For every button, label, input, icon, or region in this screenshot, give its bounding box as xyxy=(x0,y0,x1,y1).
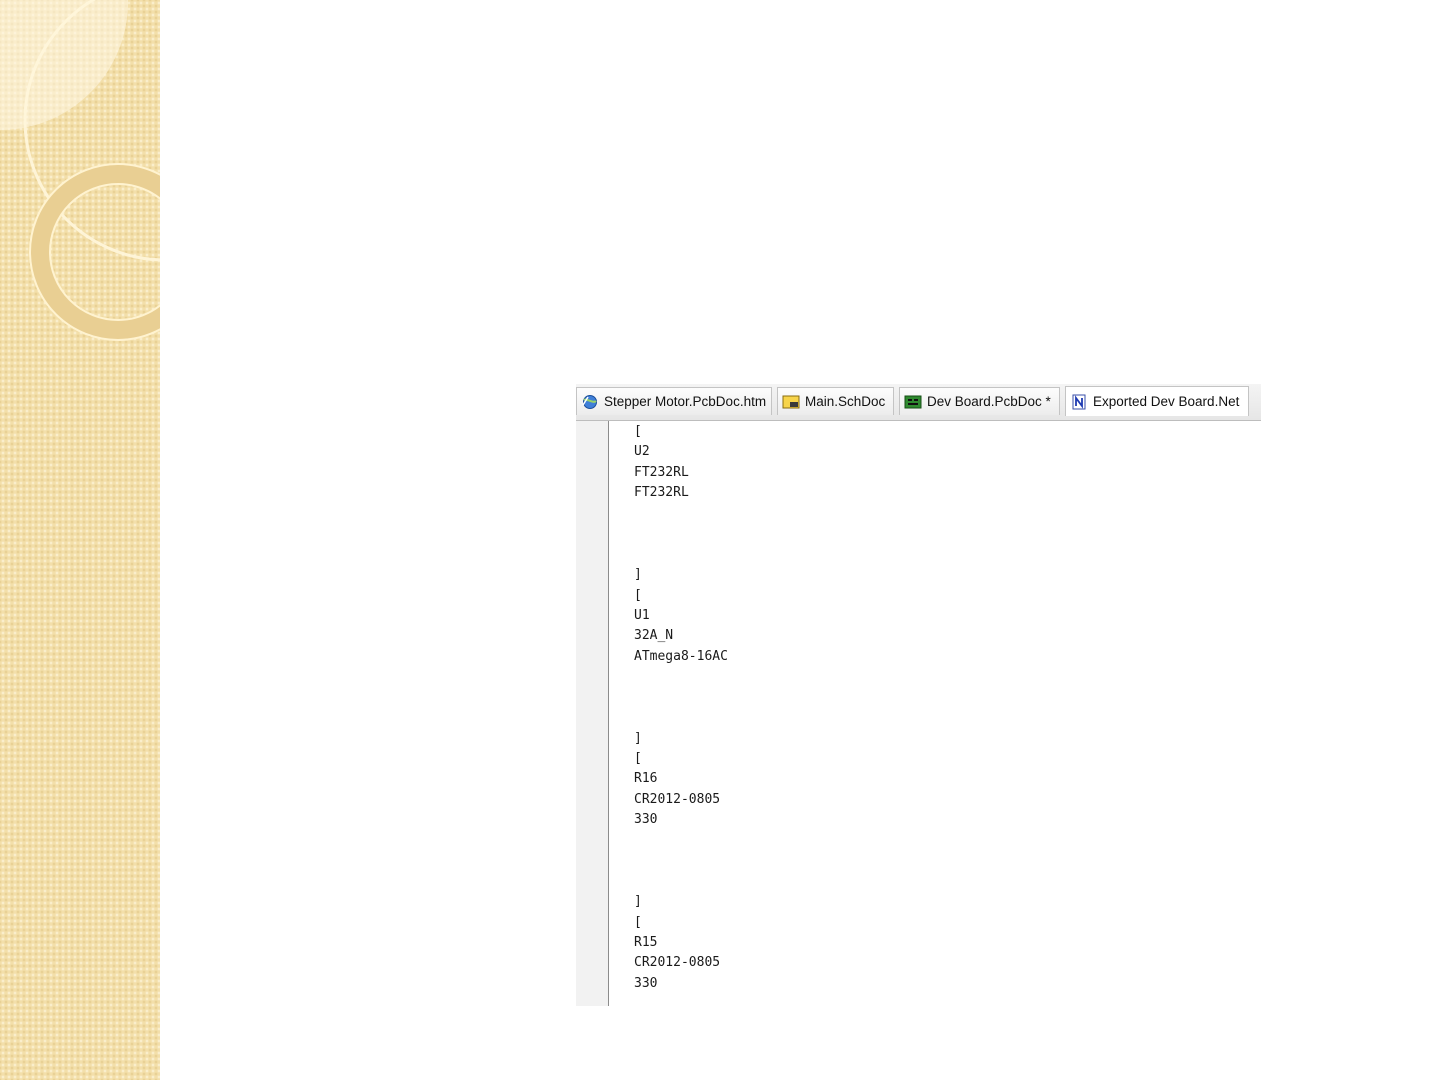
netlist-line: CR2012-0805 xyxy=(634,791,721,807)
decorative-rings xyxy=(0,0,160,341)
tab-main-schdoc[interactable]: Main.SchDoc xyxy=(777,387,894,415)
netlist-line: ATmega8-16AC xyxy=(634,648,728,664)
netlist-line: FT232RL xyxy=(634,464,689,480)
netlist-doc-icon xyxy=(1072,394,1086,409)
document-tab-bar: Stepper Motor.PcbDoc.htm Main.SchDoc Dev… xyxy=(576,384,1261,421)
netlist-line: CR2012-0805 xyxy=(634,955,721,971)
netlist-text-area[interactable]: [ U2 FT232RL FT232RL] [ U1 32A_N ATmega8-16AC] [… xyxy=(634,422,728,994)
netlist-line: [ xyxy=(634,914,642,930)
tab-label: Exported Dev Board.Net xyxy=(1093,394,1240,409)
netlist-line: [ xyxy=(634,587,642,603)
netlist-line xyxy=(634,504,728,524)
schematic-doc-icon xyxy=(782,395,800,408)
pcb-doc-icon xyxy=(904,395,922,408)
tab-label: Dev Board.PcbDoc * xyxy=(927,394,1051,409)
web-page-icon xyxy=(582,394,597,409)
netlist-line: 330 xyxy=(634,812,658,828)
netlist-line: R15 xyxy=(634,934,658,950)
editor-gutter xyxy=(576,421,609,1006)
netlist-line xyxy=(634,688,728,708)
netlist-line xyxy=(634,872,728,892)
tab-dev-board-pcbdoc[interactable]: Dev Board.PcbDoc * xyxy=(899,387,1060,415)
netlist-line: ] xyxy=(634,567,642,583)
netlist-line: U1 xyxy=(634,607,650,623)
netlist-line xyxy=(634,667,728,687)
tab-exported-dev-board-net[interactable]: Exported Dev Board.Net xyxy=(1065,386,1249,416)
tab-label: Main.SchDoc xyxy=(805,394,886,409)
tab-label: Stepper Motor.PcbDoc.htm xyxy=(604,394,767,409)
netlist-line: R16 xyxy=(634,771,658,787)
netlist-line: [ xyxy=(634,424,642,439)
netlist-line: [ xyxy=(634,751,642,766)
netlist-line xyxy=(634,851,728,871)
netlist-line: 330 xyxy=(634,975,658,991)
netlist-line xyxy=(634,545,728,565)
netlist-line: 32A_N xyxy=(634,628,674,644)
tab-stepper-motor-pcbdoc-htm[interactable]: Stepper Motor.PcbDoc.htm xyxy=(576,387,772,415)
netlist-line xyxy=(634,831,728,851)
decorative-sidebar xyxy=(0,0,160,1080)
netlist-editor-window: Stepper Motor.PcbDoc.htm Main.SchDoc Dev… xyxy=(576,384,1261,1006)
netlist-line: U2 xyxy=(634,444,650,460)
netlist-line xyxy=(634,708,728,728)
netlist-line: FT232RL xyxy=(634,485,689,501)
netlist-line: ] xyxy=(634,730,642,746)
netlist-line xyxy=(634,524,728,544)
netlist-line: ] xyxy=(634,894,642,910)
